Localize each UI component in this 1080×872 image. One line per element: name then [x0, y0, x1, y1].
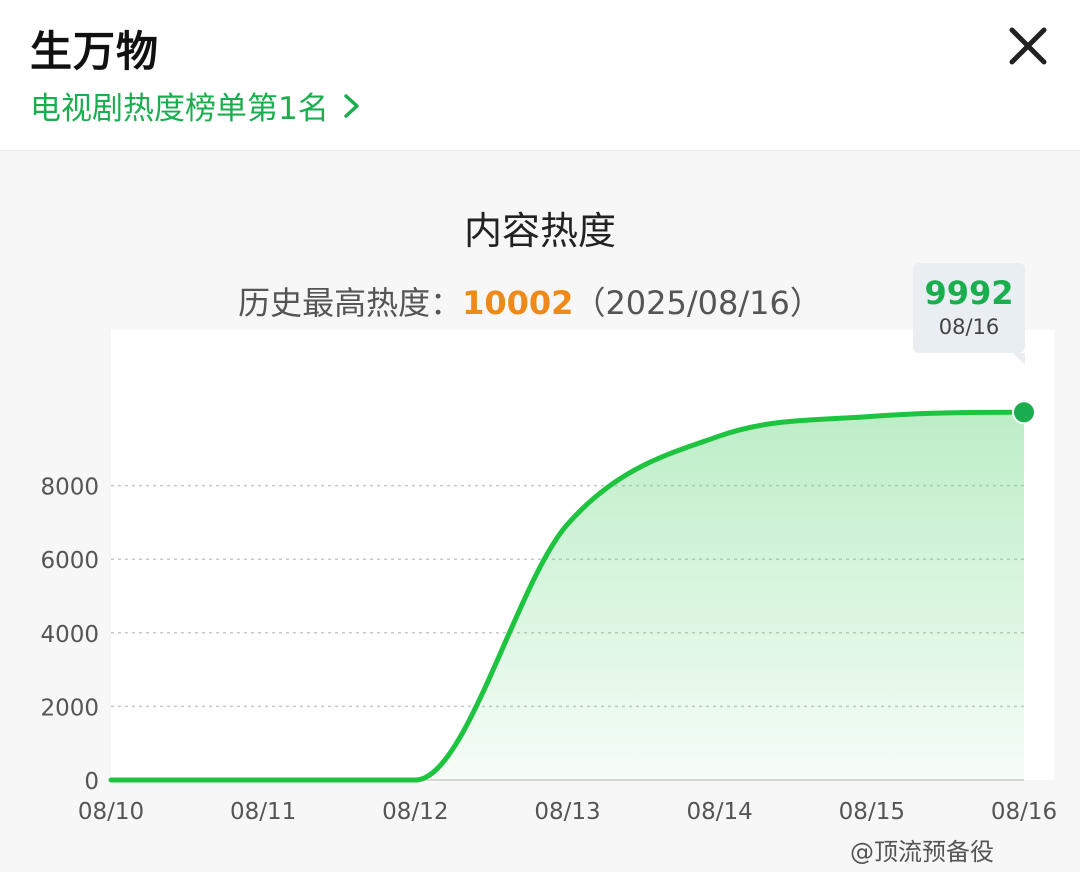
x-tick-label: 08/14	[687, 799, 753, 825]
y-tick-label: 2000	[40, 695, 99, 721]
value-tooltip: 9992 08/16	[913, 263, 1025, 365]
y-tick-label: 8000	[40, 475, 99, 501]
x-tick-label: 08/11	[230, 799, 296, 825]
peak-heat-line: 历史最高热度：10002（2025/08/16）	[0, 278, 1060, 324]
peak-value: 10002	[462, 284, 574, 322]
x-tick-label: 08/15	[839, 799, 905, 825]
y-tick-label: 6000	[40, 548, 99, 574]
x-tick-label: 08/12	[382, 799, 448, 825]
watermark: @顶流预备役	[850, 838, 994, 866]
peak-label: 历史最高热度：	[238, 284, 463, 322]
y-tick-label: 4000	[40, 622, 99, 648]
highlight-point	[1012, 400, 1036, 425]
tooltip-value: 9992	[924, 274, 1014, 312]
heat-chart: 0 2000 4000 6000 8000 08/10 08/11 08/12 08/13 08/…	[40, 330, 1057, 825]
chart-title: 内容热度	[463, 209, 616, 253]
peak-date: （2025/08/16）	[573, 284, 822, 322]
x-tick-label: 08/13	[534, 799, 600, 825]
x-tick-label: 08/16	[991, 799, 1057, 825]
x-tick-label: 08/10	[78, 799, 144, 825]
tooltip-date: 08/16	[938, 315, 1000, 339]
y-tick-label: 0	[84, 769, 99, 795]
